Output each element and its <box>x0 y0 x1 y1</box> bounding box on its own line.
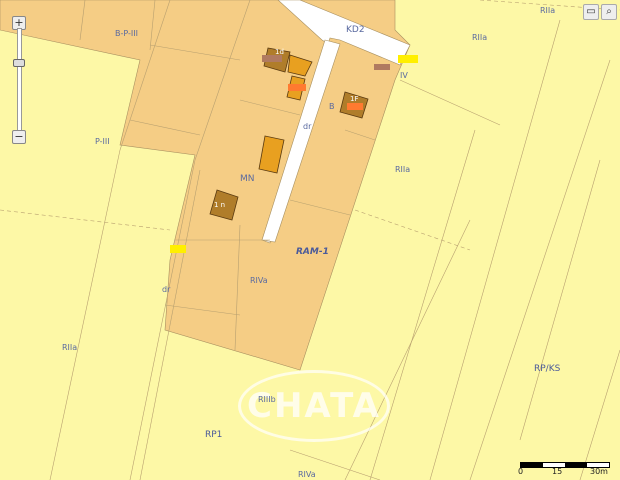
label-riia-left: RIIa <box>62 343 78 352</box>
zoom-slider-handle[interactable] <box>13 59 25 67</box>
search-icon[interactable]: ⌕ <box>601 4 617 20</box>
label-riiib: RIIIb <box>258 395 276 404</box>
label-riva-center: RIVa <box>250 276 268 285</box>
zoom-slider-track[interactable] <box>13 28 25 138</box>
label-iv: IV <box>400 71 408 80</box>
label-ram1: RAM-1 <box>296 247 329 257</box>
overlay-orange-1 <box>288 84 306 91</box>
overlay-brown-1 <box>262 55 282 62</box>
highlight-marker-2 <box>170 245 186 253</box>
label-dr-2: dr <box>162 285 171 294</box>
scale-label-0: 0 <box>518 467 524 476</box>
scale-label-30: 30m <box>590 467 608 476</box>
comment-icon[interactable]: ▭ <box>583 4 599 20</box>
label-rpks: RP/KS <box>534 364 561 374</box>
label-pii: P-III <box>95 137 110 146</box>
label-b: B <box>329 102 335 111</box>
label-dr: dr <box>303 122 312 131</box>
overlay-brown-2 <box>374 64 390 70</box>
label-building-1: 1d <box>275 48 284 56</box>
scale-label-15: 15 <box>552 467 563 476</box>
label-building-2: 1F <box>350 95 359 103</box>
label-riia-top: RIIa <box>472 33 488 42</box>
map-canvas[interactable]: CHATA B-P-III KD2 RIIa RIIa P-III MN RAM… <box>0 0 620 480</box>
label-riia-right: RIIa <box>395 165 411 174</box>
zoom-out-button[interactable]: − <box>12 130 26 144</box>
label-mn: MN <box>240 174 255 184</box>
label-bp: B-P-III <box>115 29 138 38</box>
label-building-3: 1 n <box>214 201 226 209</box>
watermark-logo: CHATA <box>238 370 390 442</box>
label-rp1: RP1 <box>205 430 223 440</box>
label-riia-corner: RIIa <box>540 6 556 15</box>
label-kd2: KD2 <box>346 25 365 35</box>
overlay-orange-2 <box>347 103 363 110</box>
highlight-marker-1 <box>398 55 418 63</box>
label-riva-bottom: RIVa <box>298 470 316 479</box>
built-zone-north <box>0 0 411 371</box>
